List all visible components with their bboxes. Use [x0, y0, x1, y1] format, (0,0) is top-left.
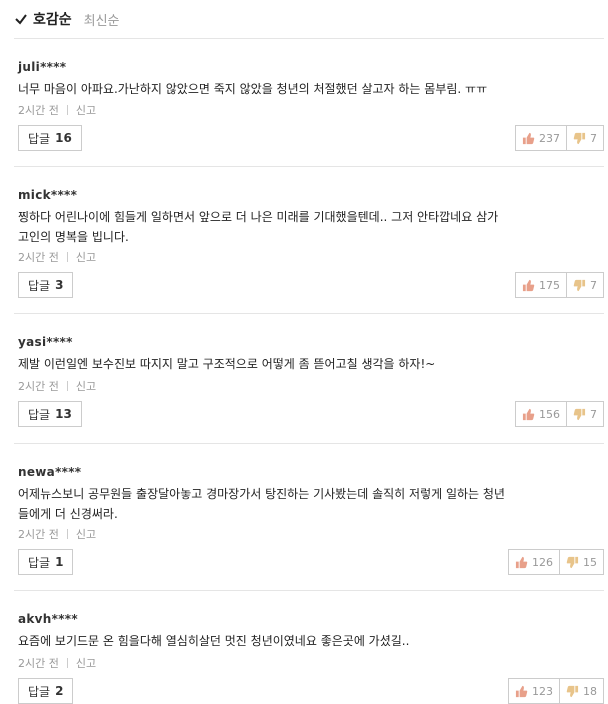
report-link[interactable]: 신고	[76, 378, 96, 394]
comment-username: mick****	[18, 188, 78, 202]
divider	[66, 105, 68, 115]
thumbs-down-icon	[566, 556, 579, 568]
reply-label: 답글	[28, 131, 51, 146]
comment-text: 어제뉴스보니 공무원들 출장달아놓고 경마장가서 탕진하는 기사봤는데 솔직히 …	[18, 484, 594, 524]
comment-time: 2시간 전	[18, 657, 59, 670]
comment-item: juli**** 너무 마음이 아파요.가난하지 않았으면 죽지 않았을 청년의…	[14, 39, 604, 167]
reply-label: 답글	[28, 278, 51, 293]
comment-text: 너무 마음이 아파요.가난하지 않았으면 죽지 않았을 청년의 처절했던 살고자…	[18, 79, 594, 99]
like-count: 123	[532, 684, 553, 698]
sort-bar: 호감순 최신순	[14, 0, 604, 39]
dislike-button[interactable]: 7	[567, 401, 604, 427]
comment-text-line: 요즘에 보기드문 온 힘을다해 열심히살던 멋진 청년이였네요 좋은곳에 가셨길…	[18, 634, 410, 648]
comment-text-line: 찡하다 어린나이에 힘들게 일하면서 앞으로 더 나은 미래를 기대했을텐데..…	[18, 210, 499, 224]
thumbs-up-icon	[522, 279, 535, 291]
like-button[interactable]: 123	[508, 678, 560, 704]
reply-count: 1	[55, 555, 64, 569]
vote-group: 126 15	[508, 549, 604, 575]
like-button[interactable]: 156	[515, 401, 567, 427]
reply-label: 답글	[28, 684, 51, 699]
comment-time: 2시간 전	[18, 380, 59, 393]
comment-time: 2시간 전	[18, 104, 59, 117]
comment-time: 2시간 전	[18, 251, 59, 264]
comment-meta: 2시간 전 신고	[18, 249, 96, 265]
dislike-count: 7	[590, 131, 597, 145]
divider	[66, 529, 68, 539]
comment-item: newa**** 어제뉴스보니 공무원들 출장달아놓고 경마장가서 탕진하는 기…	[14, 444, 604, 591]
comment-text-line: 너무 마음이 아파요.가난하지 않았으면 죽지 않았을 청년의 처절했던 살고자…	[18, 82, 488, 96]
reply-count: 3	[55, 278, 64, 292]
report-link[interactable]: 신고	[76, 102, 96, 118]
divider	[66, 658, 68, 668]
comment-meta: 2시간 전 신고	[18, 526, 96, 542]
dislike-count: 7	[590, 278, 597, 292]
dislike-count: 7	[590, 407, 597, 421]
vote-group: 123 18	[508, 678, 604, 704]
dislike-count: 18	[583, 684, 597, 698]
reply-button[interactable]: 답글 3	[18, 272, 74, 298]
dislike-button[interactable]: 18	[560, 678, 604, 704]
thumbs-up-icon	[522, 132, 535, 144]
comment-item: akvh**** 요즘에 보기드문 온 힘을다해 열심히살던 멋진 청년이였네요…	[14, 591, 604, 704]
like-button[interactable]: 175	[515, 272, 567, 298]
dislike-button[interactable]: 15	[560, 549, 604, 575]
comment-text-line: 어제뉴스보니 공무원들 출장달아놓고 경마장가서 탕진하는 기사봤는데 솔직히 …	[18, 487, 505, 501]
thumbs-down-icon	[566, 685, 579, 697]
reply-button[interactable]: 답글 2	[18, 678, 74, 704]
reply-button[interactable]: 답글 1	[18, 549, 74, 575]
thumbs-up-icon	[515, 685, 528, 697]
thumbs-down-icon	[573, 408, 586, 420]
reply-label: 답글	[28, 555, 51, 570]
vote-group: 156 7	[515, 401, 604, 427]
thumbs-up-icon	[515, 556, 528, 568]
comment-text-line: 들에게 더 신경써라.	[18, 507, 118, 521]
thumbs-down-icon	[573, 132, 586, 144]
vote-group: 175 7	[515, 272, 604, 298]
dislike-button[interactable]: 7	[567, 272, 604, 298]
reply-count: 2	[55, 684, 64, 698]
report-link[interactable]: 신고	[76, 655, 96, 671]
like-count: 126	[532, 555, 553, 569]
comment-username: yasi****	[18, 335, 73, 349]
divider	[66, 381, 68, 391]
comment-item: mick**** 찡하다 어린나이에 힘들게 일하면서 앞으로 더 나은 미래를…	[14, 167, 604, 314]
sort-option-popular-label: 호감순	[33, 12, 72, 28]
report-link[interactable]: 신고	[76, 526, 96, 542]
like-button[interactable]: 126	[508, 549, 560, 575]
comment-text-line: 제발 이런일엔 보수진보 따지지 말고 구조적으로 어떻게 좀 뜯어고칠 생각을…	[18, 357, 436, 371]
reply-button[interactable]: 답글 16	[18, 125, 82, 151]
sort-option-popular[interactable]: 호감순	[14, 9, 72, 29]
comment-text: 찡하다 어린나이에 힘들게 일하면서 앞으로 더 나은 미래를 기대했을텐데..…	[18, 207, 594, 247]
sort-option-latest[interactable]: 최신순	[84, 10, 120, 29]
divider	[66, 252, 68, 262]
comment-item: yasi**** 제발 이런일엔 보수진보 따지지 말고 구조적으로 어떻게 좀…	[14, 314, 604, 444]
check-icon	[15, 14, 27, 25]
comment-section: 호감순 최신순 juli**** 너무 마음이 아파요.가난하지 않았으면 죽지…	[14, 0, 604, 704]
comment-meta: 2시간 전 신고	[18, 655, 96, 671]
comment-text: 제발 이런일엔 보수진보 따지지 말고 구조적으로 어떻게 좀 뜯어고칠 생각을…	[18, 354, 594, 374]
comment-username: newa****	[18, 465, 82, 479]
reply-button[interactable]: 답글 13	[18, 401, 82, 427]
comment-meta: 2시간 전 신고	[18, 102, 96, 118]
comment-meta: 2시간 전 신고	[18, 378, 96, 394]
vote-group: 237 7	[515, 125, 604, 151]
reply-count: 16	[55, 131, 72, 145]
thumbs-down-icon	[573, 279, 586, 291]
like-count: 237	[539, 131, 560, 145]
report-link[interactable]: 신고	[76, 249, 96, 265]
thumbs-up-icon	[522, 408, 535, 420]
comment-username: juli****	[18, 60, 67, 74]
comment-text: 요즘에 보기드문 온 힘을다해 열심히살던 멋진 청년이였네요 좋은곳에 가셨길…	[18, 631, 594, 651]
dislike-button[interactable]: 7	[567, 125, 604, 151]
dislike-count: 15	[583, 555, 597, 569]
comment-time: 2시간 전	[18, 528, 59, 541]
reply-label: 답글	[28, 407, 51, 422]
like-count: 175	[539, 278, 560, 292]
like-count: 156	[539, 407, 560, 421]
comment-text-line: 고인의 명복을 빕니다.	[18, 230, 129, 244]
like-button[interactable]: 237	[515, 125, 567, 151]
comment-username: akvh****	[18, 612, 78, 626]
reply-count: 13	[55, 407, 72, 421]
